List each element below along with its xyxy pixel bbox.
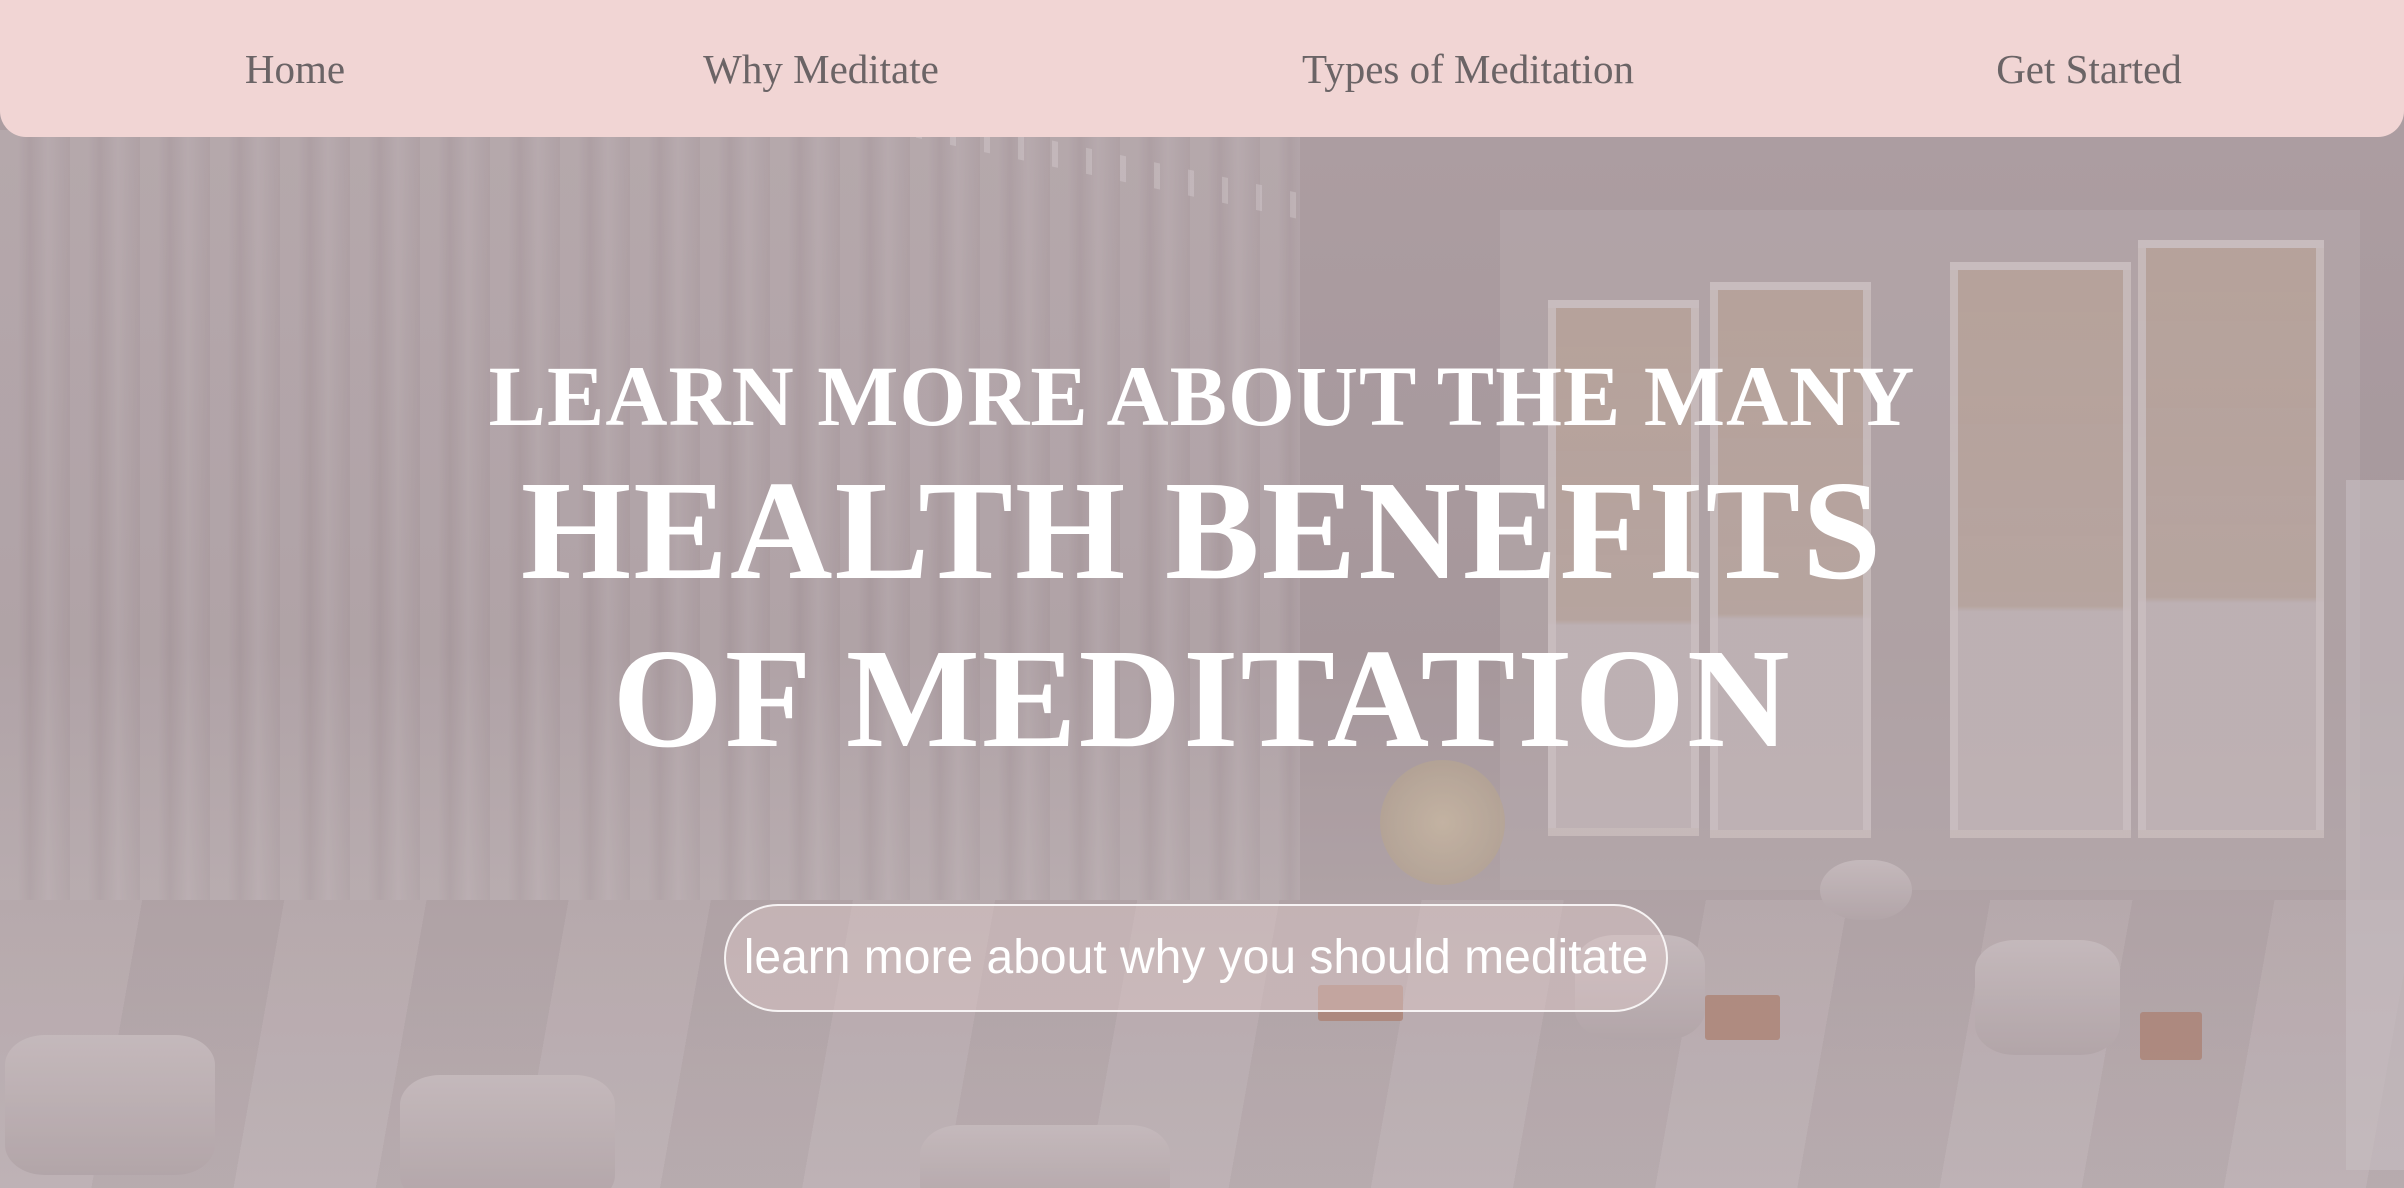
nav-link-types-of-meditation[interactable]: Types of Meditation xyxy=(1302,44,1634,94)
nav-link-why-meditate[interactable]: Why Meditate xyxy=(703,44,939,94)
hero-heading-line-3: OF MEDITATION xyxy=(612,619,1792,777)
hero-heading-line-1: LEARN MORE ABOUT THE MANY xyxy=(488,348,1916,444)
page: Home Why Meditate Types of Meditation Ge… xyxy=(0,0,2404,1188)
top-nav-bar: Home Why Meditate Types of Meditation Ge… xyxy=(0,0,2404,137)
nav-link-get-started[interactable]: Get Started xyxy=(1996,44,2182,94)
nav-link-home[interactable]: Home xyxy=(245,44,345,94)
hero-heading-line-2: HEALTH BENEFITS xyxy=(520,451,1884,609)
hero-section: LEARN MORE ABOUT THE MANY HEALTH BENEFIT… xyxy=(0,0,2404,1188)
learn-more-button[interactable]: learn more about why you should meditate xyxy=(724,904,1668,1012)
